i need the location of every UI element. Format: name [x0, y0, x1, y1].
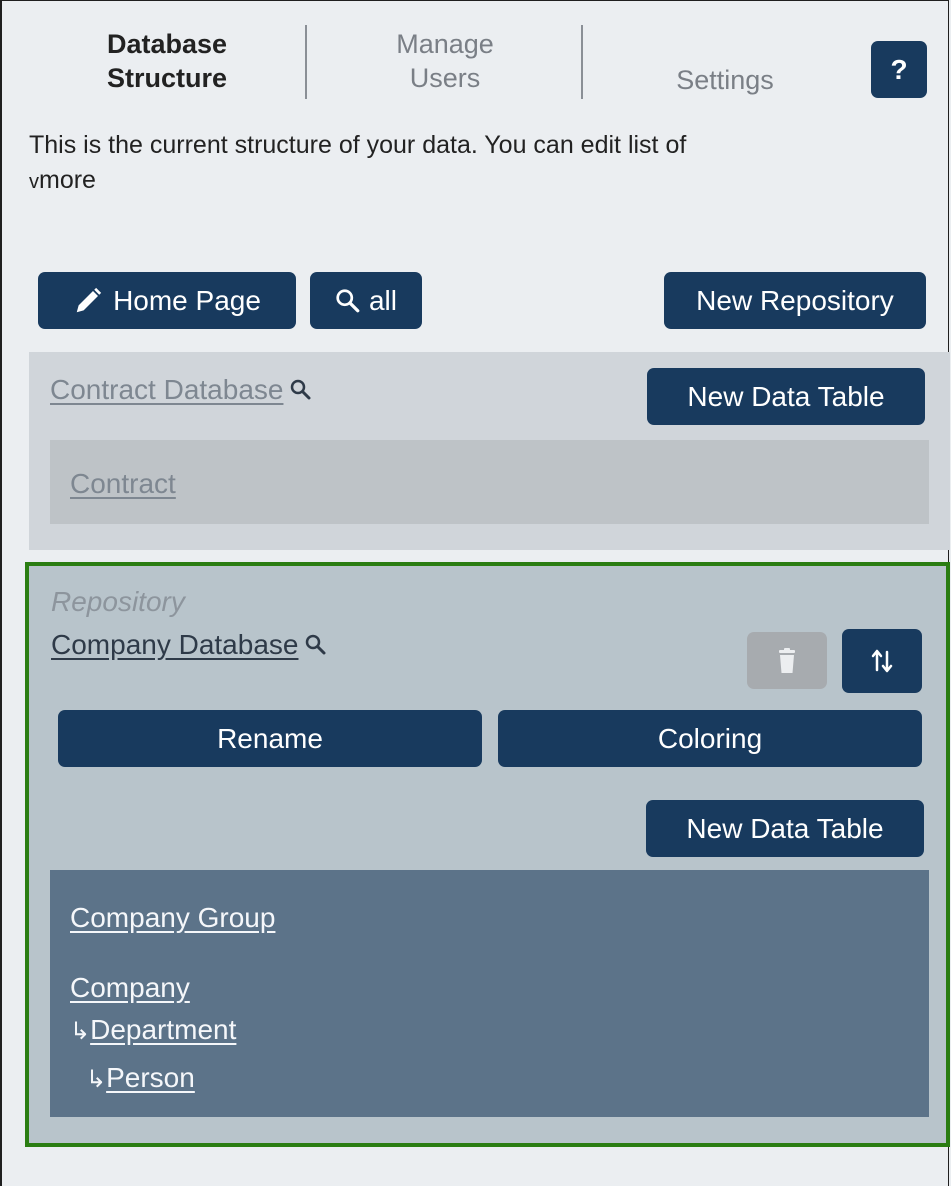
repository-name-link[interactable]: Company Database [51, 629, 328, 661]
tab-manage-users[interactable]: Manage Users [340, 27, 550, 95]
intro-text: This is the current structure of your da… [29, 131, 687, 159]
search-icon[interactable] [304, 633, 328, 657]
table-child-person: ↳ Person [86, 1062, 195, 1094]
home-page-button[interactable]: Home Page [38, 272, 296, 329]
repository-contract-database: Contract Database New Data Table Contrac… [29, 352, 950, 550]
show-more-link[interactable]: vmore [29, 164, 96, 198]
table-link-company-group[interactable]: Company Group [70, 902, 275, 934]
table-link-department[interactable]: Department [90, 1014, 236, 1046]
table-link-company[interactable]: Company [70, 972, 190, 1004]
table-child-department: ↳ Department [70, 1014, 236, 1046]
child-arrow-icon: ↳ [70, 1018, 91, 1045]
delete-repository-button[interactable] [747, 632, 827, 689]
chevron-down-icon: v [29, 171, 39, 193]
tab-settings[interactable]: Settings [620, 63, 830, 97]
table-link[interactable]: Contract [70, 468, 176, 500]
tab-database-structure[interactable]: Database Structure [62, 27, 272, 95]
tables-list: Company Group Company ↳ Department ↳ Per… [50, 870, 929, 1117]
search-all-button[interactable]: all [310, 272, 422, 329]
tab-separator [305, 25, 307, 99]
pencil-icon [76, 287, 102, 312]
repository-name-link[interactable]: Contract Database [50, 374, 313, 406]
new-repository-button[interactable]: New Repository [664, 272, 926, 329]
new-data-table-button[interactable]: New Data Table [647, 368, 925, 425]
new-data-table-button[interactable]: New Data Table [646, 800, 924, 857]
table-link-person[interactable]: Person [106, 1062, 195, 1094]
coloring-button[interactable]: Coloring [498, 710, 922, 767]
tables-list: Contract [50, 440, 929, 524]
structure-panel: Database Structure Manage Users Settings… [0, 0, 950, 1186]
help-button[interactable]: ? [871, 41, 927, 98]
sort-icon [871, 649, 893, 673]
tab-separator [581, 25, 583, 99]
trash-icon [779, 647, 795, 673]
search-icon[interactable] [289, 378, 313, 402]
search-icon [336, 288, 360, 312]
rename-button[interactable]: Rename [58, 710, 482, 767]
repository-company-database: Repository Company Database Rename Color… [25, 562, 950, 1147]
repository-type-label: Repository [51, 586, 185, 617]
child-arrow-icon: ↳ [86, 1066, 107, 1093]
sort-button[interactable] [842, 629, 922, 693]
